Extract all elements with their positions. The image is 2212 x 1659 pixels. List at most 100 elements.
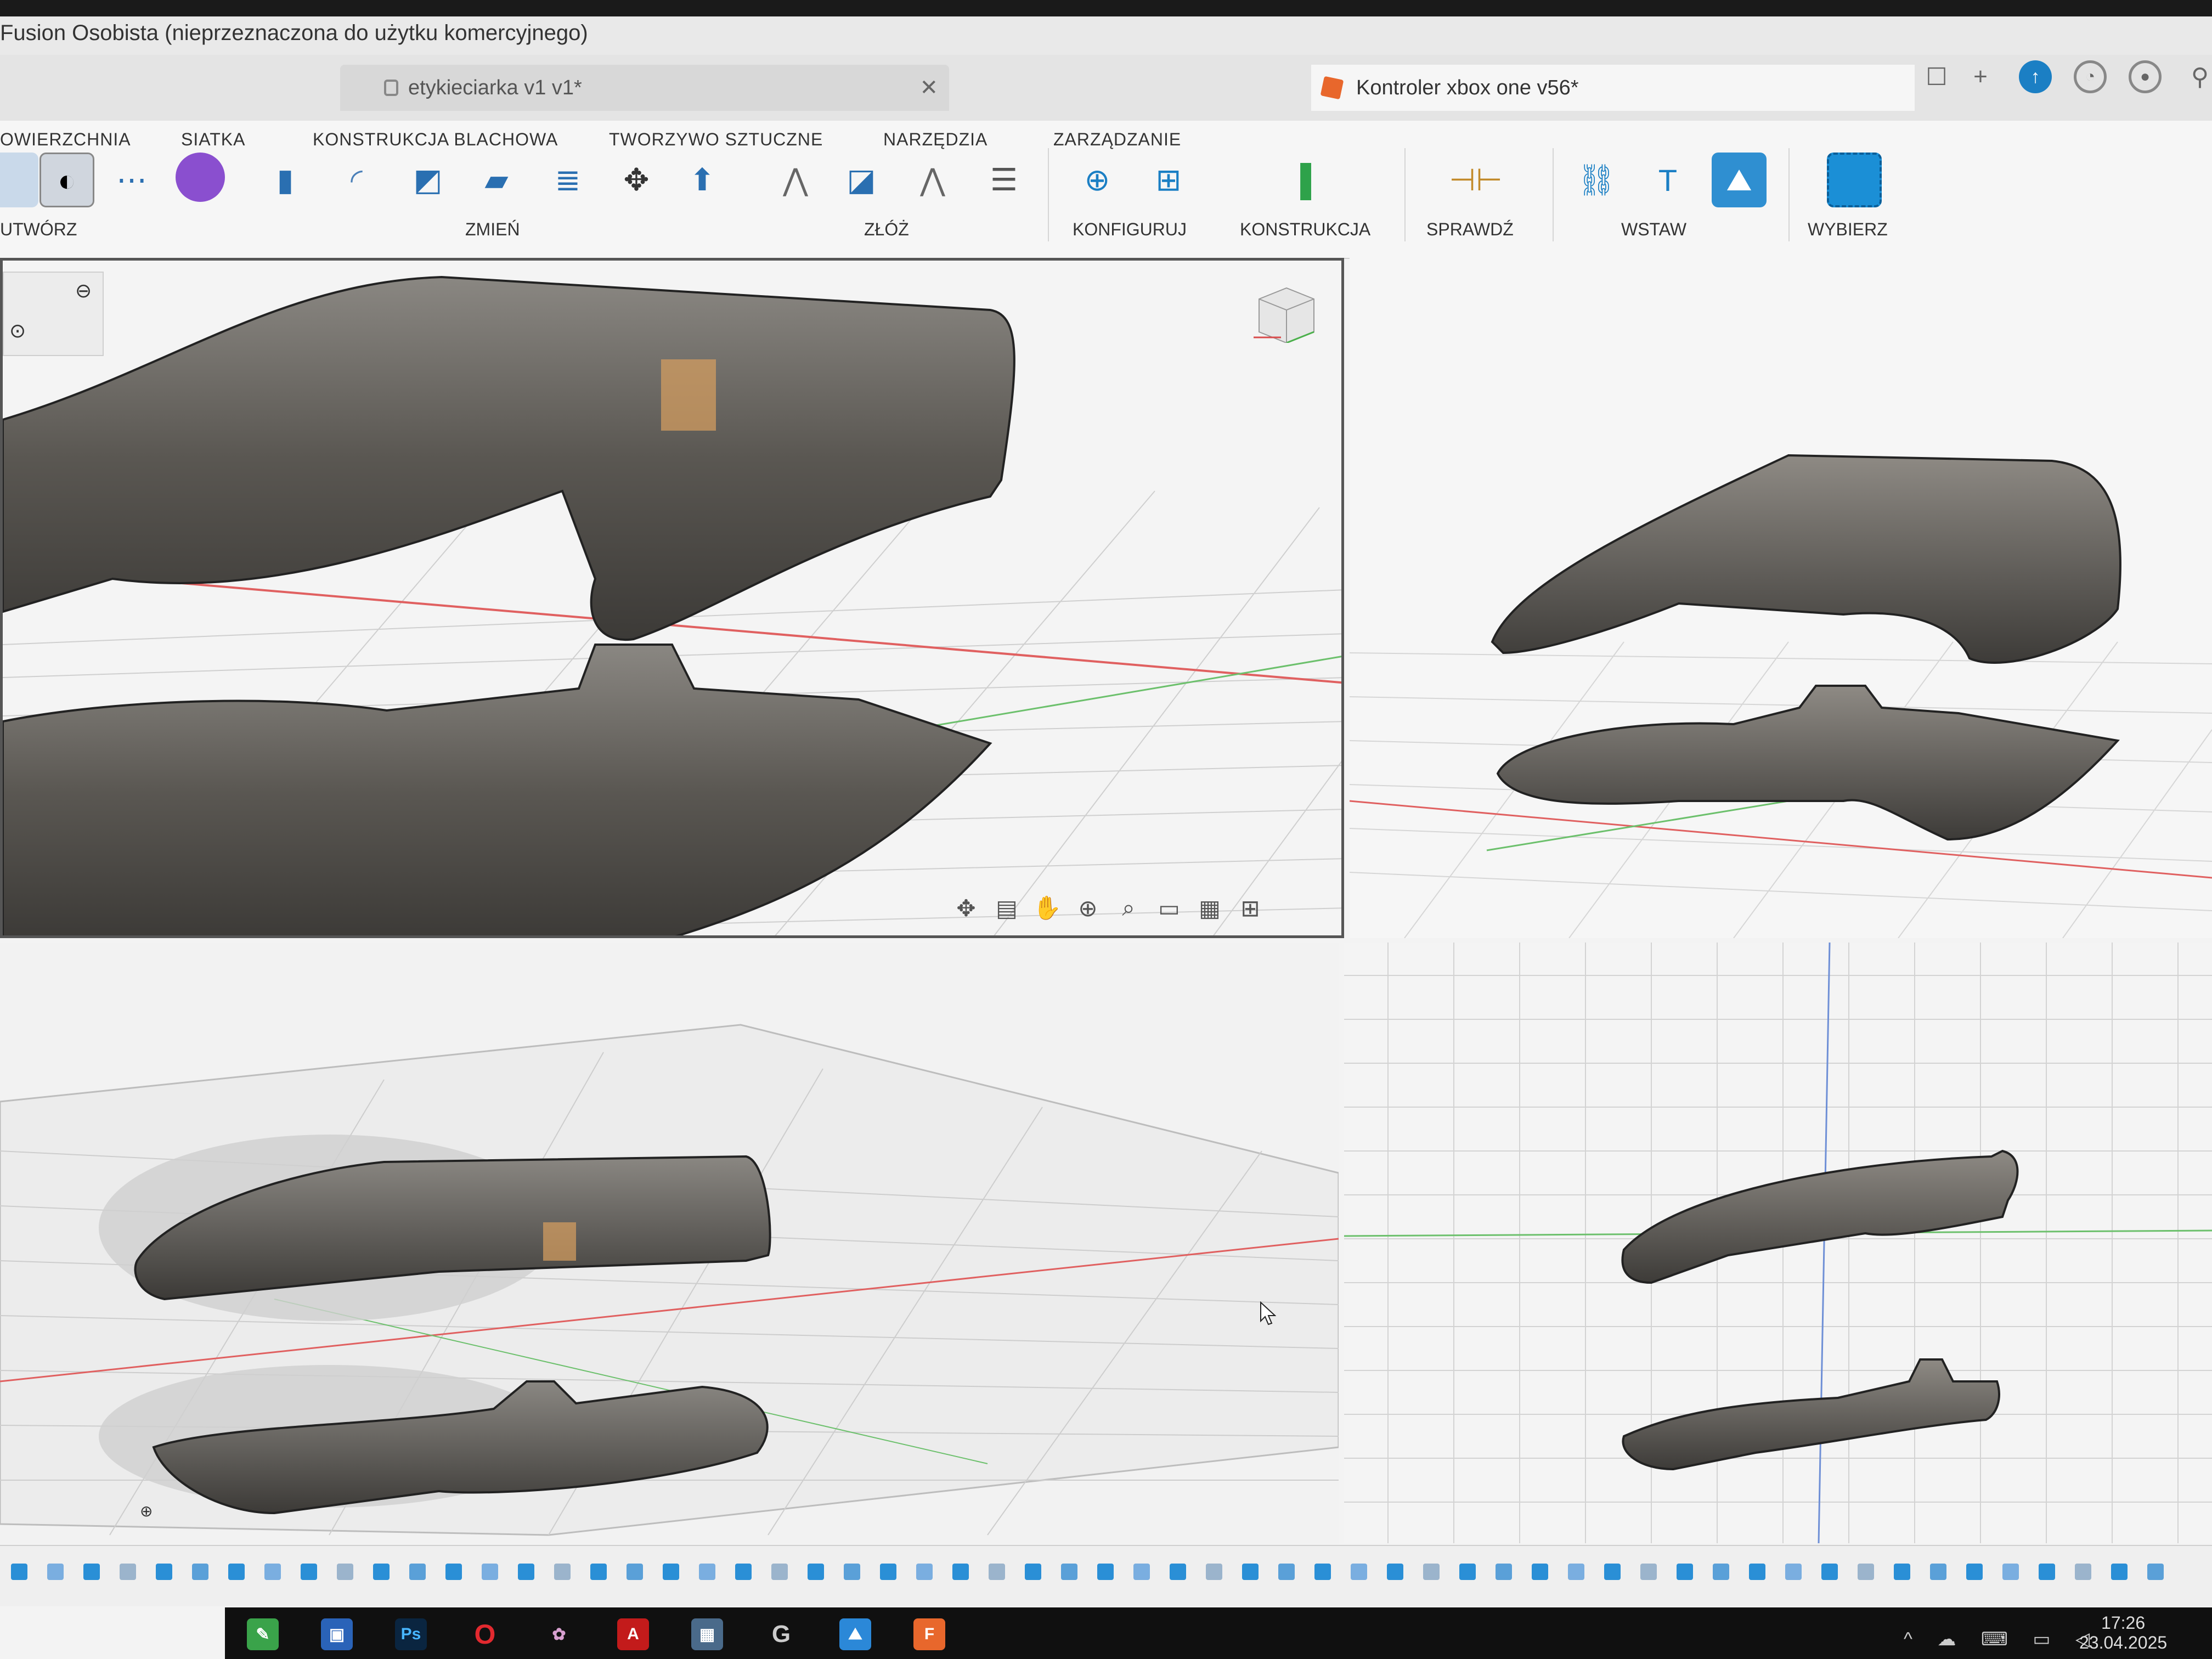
timeline-feature-icon[interactable] bbox=[844, 1564, 860, 1580]
timeline-feature-icon[interactable] bbox=[663, 1564, 679, 1580]
as-built-joint-icon[interactable]: ⋀ bbox=[905, 153, 960, 207]
job-status-icon[interactable]: ◔ bbox=[2074, 60, 2107, 93]
timeline-feature-icon[interactable] bbox=[1206, 1564, 1222, 1580]
orbit-icon[interactable]: ✥ bbox=[949, 893, 983, 923]
notifications-icon[interactable]: ● bbox=[2129, 60, 2162, 93]
group-insert[interactable]: WSTAW bbox=[1621, 219, 1686, 240]
timeline-feature-icon[interactable] bbox=[2002, 1564, 2019, 1580]
combine-icon[interactable]: ≣ bbox=[540, 153, 595, 207]
taskbar-app-icon[interactable]: ✎ bbox=[247, 1618, 279, 1650]
timeline-feature-icon[interactable] bbox=[735, 1564, 752, 1580]
acrobat-icon[interactable]: A bbox=[617, 1618, 649, 1650]
tab-etykieciarka[interactable]: etykieciarka v1 v1* ✕ bbox=[340, 65, 949, 111]
fit-icon[interactable]: ⌕ bbox=[1111, 893, 1146, 923]
timeline-feature-icon[interactable] bbox=[1496, 1564, 1512, 1580]
timeline-feature-icon[interactable] bbox=[1858, 1564, 1874, 1580]
insert-derive-icon[interactable]: ⛓ bbox=[1569, 153, 1624, 207]
construct-plane-icon[interactable]: ▌ bbox=[1284, 153, 1339, 207]
align-icon[interactable]: ⬆ bbox=[675, 153, 730, 207]
top-shell-model[interactable] bbox=[3, 275, 1015, 641]
group-configure[interactable]: KONFIGURUJ bbox=[1073, 219, 1187, 240]
timeline-feature-icon[interactable] bbox=[2039, 1564, 2055, 1580]
look-at-icon[interactable]: ▤ bbox=[990, 893, 1024, 923]
timeline-feature-icon[interactable] bbox=[11, 1564, 27, 1580]
extrude-icon[interactable] bbox=[0, 153, 38, 207]
move-icon[interactable]: ✥ bbox=[609, 153, 664, 207]
insert-canvas-icon[interactable]: ⛰ bbox=[1712, 153, 1767, 207]
timeline-feature-icon[interactable] bbox=[627, 1564, 643, 1580]
timeline-feature-icon[interactable] bbox=[83, 1564, 100, 1580]
target-icon[interactable]: ⊙ bbox=[9, 319, 26, 342]
timeline-feature-icon[interactable] bbox=[1604, 1564, 1621, 1580]
timeline-feature-icon[interactable] bbox=[1061, 1564, 1077, 1580]
save-icon[interactable]: ▣ bbox=[321, 1618, 353, 1650]
viewport-top-right[interactable] bbox=[1350, 258, 2212, 938]
collapse-icon[interactable]: ⊖ bbox=[75, 279, 92, 302]
timeline-feature-icon[interactable] bbox=[482, 1564, 498, 1580]
tab-mesh[interactable]: SIATKA bbox=[181, 129, 245, 150]
timeline-feature-icon[interactable] bbox=[1387, 1564, 1403, 1580]
timeline-feature-icon[interactable] bbox=[1170, 1564, 1186, 1580]
pan-icon[interactable]: ✋ bbox=[1030, 893, 1064, 923]
select-icon[interactable] bbox=[1827, 153, 1882, 207]
tab-plastic[interactable]: TWORZYWO SZTUCZNE bbox=[609, 129, 823, 150]
tab-surface[interactable]: OWIERZCHNIA bbox=[0, 129, 131, 150]
tray-icons[interactable]: ^ ☁ ⌨ ▭ ◁ bbox=[1904, 1628, 2100, 1650]
group-select[interactable]: WYBIERZ bbox=[1808, 219, 1888, 240]
group-assemble[interactable]: ZŁÓŻ bbox=[864, 219, 909, 240]
tab-manage[interactable]: ZARZĄDZANIE bbox=[1053, 129, 1181, 150]
opera-icon[interactable]: O bbox=[469, 1618, 501, 1650]
close-icon[interactable]: ✕ bbox=[919, 75, 938, 100]
timeline-feature-icon[interactable] bbox=[156, 1564, 172, 1580]
top-shell-side-view[interactable] bbox=[1621, 1149, 2019, 1284]
form-icon[interactable] bbox=[176, 153, 225, 202]
grid-settings-icon[interactable]: ▦ bbox=[1193, 893, 1227, 923]
timeline-feature-icon[interactable] bbox=[1894, 1564, 1910, 1580]
new-component-icon[interactable]: ⋀ bbox=[768, 153, 823, 207]
viewport-bottom-right[interactable] bbox=[1344, 943, 2212, 1543]
press-pull-icon[interactable]: ▮ bbox=[258, 153, 313, 207]
fusion-icon[interactable]: F bbox=[913, 1618, 945, 1650]
viewport-bottom-left[interactable]: ⊕ bbox=[0, 943, 1339, 1543]
timeline-feature-icon[interactable] bbox=[1821, 1564, 1838, 1580]
timeline-feature-icon[interactable] bbox=[1097, 1564, 1114, 1580]
timeline-feature-icon[interactable] bbox=[1025, 1564, 1041, 1580]
assembled-controller-model[interactable] bbox=[1491, 454, 2121, 664]
timeline-feature-icon[interactable] bbox=[771, 1564, 788, 1580]
timeline-feature-icon[interactable] bbox=[1532, 1564, 1548, 1580]
timeline-feature-icon[interactable] bbox=[1568, 1564, 1584, 1580]
viewcube[interactable] bbox=[1248, 283, 1319, 343]
timeline-feature-icon[interactable] bbox=[264, 1564, 281, 1580]
timeline-feature-icon[interactable] bbox=[337, 1564, 353, 1580]
timeline-feature-icon[interactable] bbox=[699, 1564, 715, 1580]
group-inspect[interactable]: SPRAWDŹ bbox=[1426, 219, 1514, 240]
timeline-feature-icon[interactable] bbox=[2111, 1564, 2128, 1580]
chamfer-icon[interactable]: ◩ bbox=[400, 153, 455, 207]
timeline-feature-icon[interactable] bbox=[1133, 1564, 1150, 1580]
joint-icon[interactable]: ◪ bbox=[834, 153, 889, 207]
photoshop-icon[interactable]: Ps bbox=[395, 1618, 427, 1650]
timeline-feature-icon[interactable] bbox=[1242, 1564, 1259, 1580]
timeline-feature-icon[interactable] bbox=[47, 1564, 64, 1580]
help-icon[interactable]: ⚲ bbox=[2183, 60, 2212, 93]
new-tab-icon[interactable]: + bbox=[1964, 60, 1997, 93]
timeline-feature-icon[interactable] bbox=[1930, 1564, 1946, 1580]
bill-of-materials-icon[interactable]: ☰ bbox=[977, 153, 1031, 207]
group-modify[interactable]: ZMIEŃ bbox=[465, 219, 520, 240]
browser-panel-collapsed[interactable]: ⊖ ⊙ bbox=[3, 272, 104, 356]
tab-kontroler[interactable]: Kontroler xbox one v56* bbox=[1311, 65, 1915, 111]
tab-utilities[interactable]: NARZĘDZIA bbox=[883, 129, 988, 150]
timeline-feature-icon[interactable] bbox=[228, 1564, 245, 1580]
system-clock[interactable]: 17:26 23.04.2025 bbox=[2079, 1613, 2167, 1652]
tab-sheet-metal[interactable]: KONSTRUKCJA BLACHOWA bbox=[313, 129, 558, 150]
timeline-feature-icon[interactable] bbox=[301, 1564, 317, 1580]
timeline-feature-icon[interactable] bbox=[1785, 1564, 1802, 1580]
photos-icon[interactable]: ⛰ bbox=[839, 1618, 871, 1650]
timeline-feature-icon[interactable] bbox=[373, 1564, 390, 1580]
timeline-feature-icon[interactable] bbox=[808, 1564, 824, 1580]
shell-icon[interactable]: ▰ bbox=[469, 153, 524, 207]
timeline-feature-icon[interactable] bbox=[2075, 1564, 2091, 1580]
timeline-feature-icon[interactable] bbox=[409, 1564, 426, 1580]
timeline-feature-icon[interactable] bbox=[1423, 1564, 1440, 1580]
measure-icon[interactable]: ⊣⊢ bbox=[1448, 153, 1503, 207]
